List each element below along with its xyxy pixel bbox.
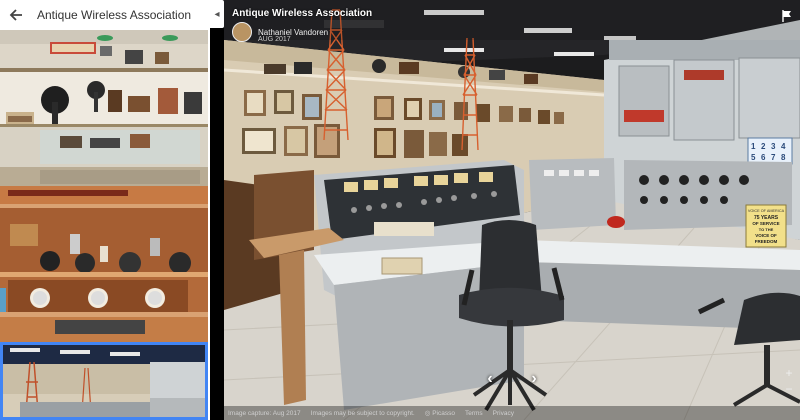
counter-digit: 1 (751, 142, 756, 151)
panorama-title: Antique Wireless Association (232, 8, 373, 19)
photo-thumbnail-2[interactable] (0, 186, 208, 342)
capture-date: AUG 2017 (258, 36, 291, 43)
panorama-info: Antique Wireless Association Nathaniel V… (232, 8, 372, 43)
counter-digit: 5 (751, 153, 756, 162)
picasso-icon: ◎ (424, 410, 431, 417)
arrow-left-icon[interactable] (5, 4, 27, 26)
collapse-panel-button[interactable]: ◂ (210, 0, 224, 28)
previous-arrow-button[interactable]: ‹ (480, 370, 500, 388)
chevron-left-icon: ◂ (214, 8, 220, 20)
anniversary-placard: VOICE OF AMERICA 75 YEARS OF SERVICE TO … (745, 204, 787, 248)
terms-link[interactable]: Terms (465, 410, 483, 417)
next-arrow-button[interactable]: › (524, 370, 544, 388)
counter-digit: 2 (761, 142, 766, 151)
panorama-viewer[interactable]: 1 2 3 4 5 6 7 8 VOICE OF AMERICA 75 YEAR… (224, 0, 800, 420)
zoom-out-button[interactable]: − (782, 382, 796, 396)
privacy-link[interactable]: Privacy (493, 410, 514, 417)
zoom-in-button[interactable]: + (782, 366, 796, 380)
placard-line: OF SERVICE (752, 221, 779, 226)
placard-line: VOICE OF (755, 233, 777, 238)
placard-line: FREEDOM (755, 239, 778, 244)
placard-heading: VOICE OF AMERICA (748, 209, 785, 213)
photo-thumbnail-1[interactable] (0, 30, 208, 186)
panorama-scene: 1 2 3 4 5 6 7 8 VOICE OF AMERICA 75 YEAR… (224, 0, 800, 420)
counter-digit: 7 (771, 153, 776, 162)
avatar[interactable] (232, 22, 252, 42)
counter-digit: 6 (761, 153, 766, 162)
photo-thumbnail-3-selected[interactable] (0, 342, 208, 420)
counter-digit: 3 (771, 142, 776, 151)
picasso-link[interactable]: ◎ Picasso (425, 409, 455, 417)
counter-digit: 4 (781, 142, 786, 151)
flag-icon[interactable] (780, 9, 794, 23)
street-view-app: Antique Wireless Association ◂ 1 2 3 4 5… (0, 0, 800, 420)
photo-sidebar: Antique Wireless Association (0, 0, 210, 420)
sidebar-title: Antique Wireless Association (37, 8, 192, 22)
picasso-label: Picasso (432, 410, 455, 417)
copyright-text: Images may be subject to copyright. (310, 409, 415, 417)
placard-line: TO THE (759, 227, 774, 232)
sidebar-header: Antique Wireless Association (0, 0, 210, 30)
counter-digit: 8 (781, 153, 786, 162)
footer-bar: Image capture: Aug 2017 Images may be su… (224, 406, 800, 420)
image-capture-text: Image capture: Aug 2017 (228, 409, 301, 417)
